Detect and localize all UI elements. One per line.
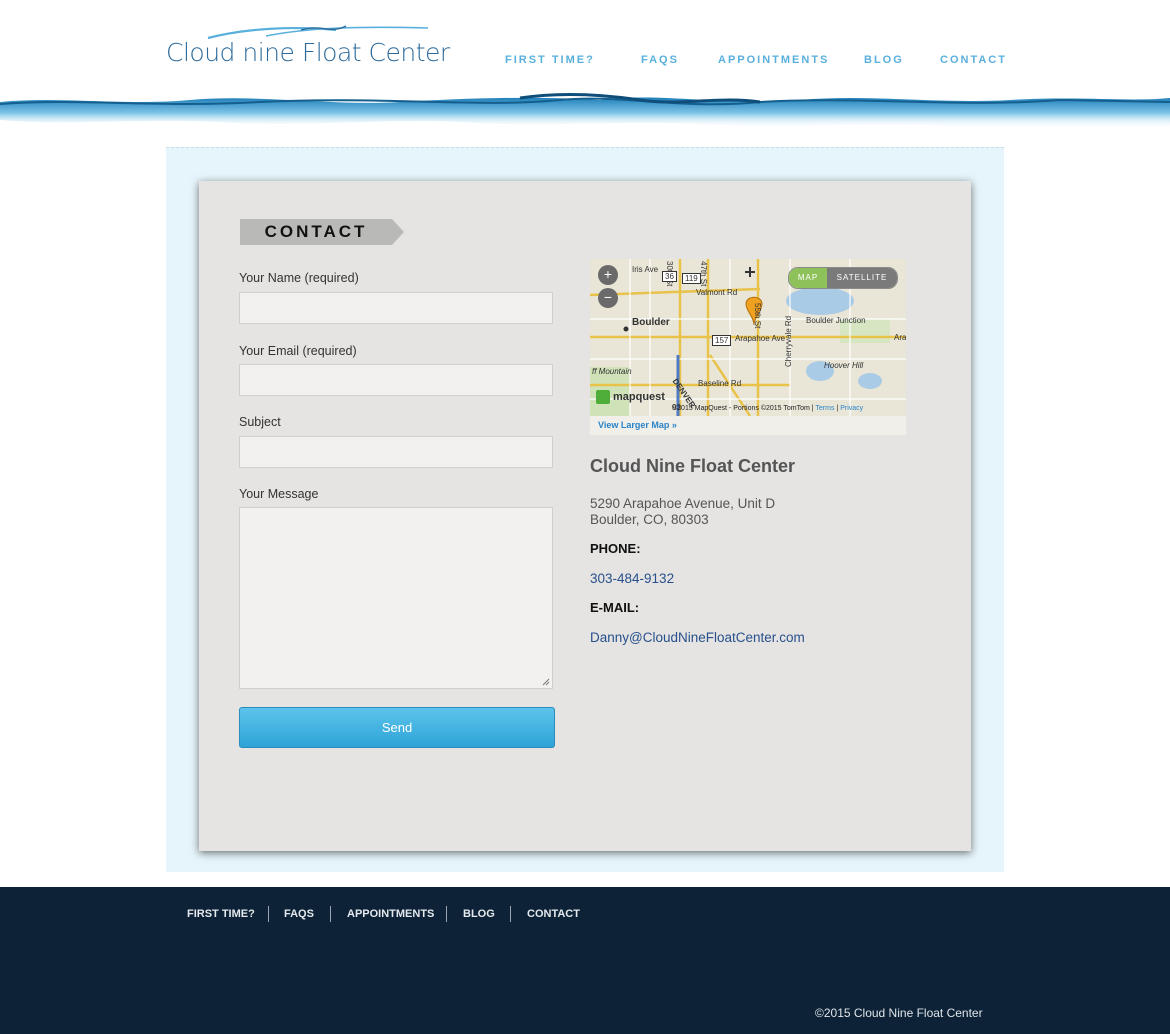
map-label: ff Mountain (592, 367, 632, 376)
phone-heading: PHONE: (590, 541, 641, 556)
email-field[interactable] (239, 364, 553, 396)
route-shield: 36 (662, 271, 677, 282)
mapquest-logo[interactable]: mapquest (596, 390, 665, 404)
subject-label: Subject (239, 415, 281, 429)
map-label: Ara (894, 333, 906, 342)
route-shield: 119 (682, 273, 701, 284)
nav-first-time[interactable]: FIRST TIME? (505, 54, 595, 66)
name-field[interactable] (239, 292, 553, 324)
map-footer: View Larger Map » (590, 416, 906, 435)
send-button[interactable]: Send (239, 707, 555, 748)
site-footer (0, 887, 1170, 1034)
email-link[interactable]: Danny@CloudNineFloatCenter.com (590, 630, 805, 645)
subject-field[interactable] (239, 436, 553, 468)
footer-divider (330, 906, 331, 922)
map-label: Cherryvale Rd (784, 315, 793, 367)
message-label: Your Message (239, 487, 319, 501)
footer-divider (446, 906, 447, 922)
phone-link[interactable]: 303-484-9132 (590, 571, 674, 586)
footer-divider (510, 906, 511, 922)
route-shield: 157 (712, 335, 732, 346)
map-label: 55th St (753, 303, 762, 329)
name-label: Your Name (required) (239, 271, 359, 285)
map-type-map[interactable]: MAP (789, 268, 827, 288)
map-attribution: ©2015 MapQuest - Portions ©2015 TomTom |… (672, 405, 864, 412)
nav-blog[interactable]: BLOG (864, 54, 904, 66)
message-textarea[interactable] (239, 507, 553, 689)
footer-nav-blog[interactable]: BLOG (463, 908, 495, 920)
footer-nav-contact[interactable]: CONTACT (527, 908, 580, 920)
map-privacy-link[interactable]: Privacy (840, 405, 863, 412)
email-label: Your Email (required) (239, 344, 357, 358)
business-name: Cloud Nine Float Center (590, 456, 796, 476)
nav-faqs[interactable]: FAQS (641, 54, 679, 66)
map-zoom-out-button[interactable]: − (598, 288, 618, 308)
location-map[interactable]: + − MAP SATELLITE Iris Ave Valmont Rd Bo… (590, 259, 906, 416)
footer-divider (268, 906, 269, 922)
footer-copyright: ©2015 Cloud Nine Float Center (815, 1006, 983, 1020)
main-nav: FIRST TIME? FAQS APPOINTMENTS BLOG CONTA… (0, 54, 1170, 68)
map-label: Valmont Rd (696, 288, 738, 297)
view-larger-map-link[interactable]: View Larger Map » (598, 420, 677, 430)
email-heading: E-MAIL: (590, 600, 640, 615)
map-type-toggle[interactable]: MAP SATELLITE (788, 267, 898, 289)
address-line-2: Boulder, CO, 80303 (590, 512, 709, 527)
address-line-1: 5290 Arapahoe Avenue, Unit D (590, 496, 776, 511)
map-label: Boulder (632, 317, 670, 328)
nav-appointments[interactable]: APPOINTMENTS (718, 54, 829, 66)
footer-nav-appointments[interactable]: APPOINTMENTS (347, 908, 434, 920)
nav-contact[interactable]: CONTACT (940, 54, 1007, 66)
mapquest-icon (596, 390, 610, 404)
water-wave-banner (0, 92, 1170, 129)
contact-heading-tag: CONTACT (240, 219, 404, 245)
footer-nav-first-time[interactable]: FIRST TIME? (187, 908, 255, 920)
map-zoom-in-button[interactable]: + (598, 265, 618, 285)
map-label: Hoover Hill (824, 361, 864, 370)
map-label: Boulder Junction (806, 316, 866, 325)
footer-nav-faqs[interactable]: FAQS (284, 908, 314, 920)
map-terms-link[interactable]: Terms (815, 405, 834, 412)
resize-grip-icon[interactable] (542, 678, 550, 686)
map-label: Iris Ave (632, 265, 659, 274)
map-type-satellite[interactable]: SATELLITE (827, 268, 897, 288)
contact-heading: CONTACT (264, 222, 368, 241)
map-label: Baseline Rd (698, 379, 742, 388)
map-label: Arapahoe Ave (735, 334, 786, 343)
